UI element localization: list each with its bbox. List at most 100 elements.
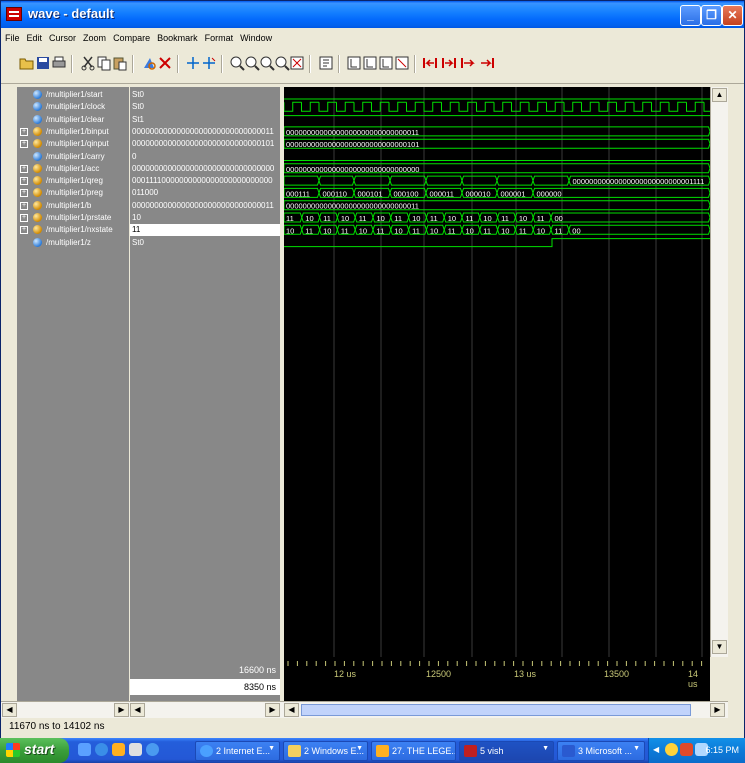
signal-value[interactable]: 00011110000000000000000000000000	[130, 175, 280, 187]
paste-icon[interactable]	[112, 55, 128, 71]
minimize-button[interactable]: _	[680, 5, 701, 26]
wave-scroll-left-button[interactable]: ◀	[284, 703, 299, 717]
menu-bookmark[interactable]: Bookmark	[153, 31, 201, 43]
signal-name-row[interactable]: + /multiplier1/b	[17, 200, 129, 212]
title-bar[interactable]: wave - default _ ❐ ✕	[1, 1, 744, 28]
zoom-range-icon[interactable]	[289, 55, 305, 71]
task-windows-explorer[interactable]: 2 Windows E... ▼	[283, 741, 368, 761]
task-winamp[interactable]: 27. THE LEGE...	[371, 741, 456, 761]
menu-file[interactable]: File	[1, 31, 23, 43]
signal-value[interactable]: 00000000000000000000000000000000	[130, 163, 280, 175]
waveform-pane[interactable]: 00000000000000000000000000000011 00000000…	[284, 87, 710, 657]
task-microsoft-word[interactable]: 3 Microsoft ... ▼	[557, 741, 645, 761]
scroll-up-button[interactable]: ▲	[712, 88, 727, 102]
signal-name-row[interactable]: /multiplier1/clear	[17, 114, 129, 126]
signal-value[interactable]: 00000000000000000000000000000011	[130, 126, 280, 138]
print-icon[interactable]	[51, 55, 67, 71]
expand-icon[interactable]: +	[20, 201, 28, 210]
cursor-add-icon[interactable]	[185, 55, 201, 71]
wave-scroll-right-button[interactable]: ▶	[710, 703, 725, 717]
cut-icon[interactable]	[80, 55, 96, 71]
signal-name-row[interactable]: /multiplier1/clock	[17, 101, 129, 113]
signal-values-pane[interactable]: St0 St0 St1 0000000000000000000000000000001…	[130, 87, 280, 657]
signal-name-row[interactable]: /multiplier1/start	[17, 89, 129, 101]
start-button[interactable]: start	[0, 738, 69, 763]
signal-name-row[interactable]: /multiplier1/z	[17, 237, 129, 249]
values-scroll-left-button[interactable]: ◀	[130, 703, 145, 717]
expand-icon[interactable]: +	[20, 127, 28, 136]
tray-expand-icon[interactable]: ◀	[653, 745, 659, 754]
cursor-delete-icon[interactable]	[201, 55, 217, 71]
menu-zoom[interactable]: Zoom	[79, 31, 109, 43]
zoom-in-icon[interactable]	[229, 55, 245, 71]
expand-icon[interactable]: +	[20, 164, 28, 173]
signal-name-row[interactable]: + /multiplier1/nxstate	[17, 224, 129, 236]
signal-name-row[interactable]: /multiplier1/carry	[17, 151, 129, 163]
quicklaunch-winamp-icon[interactable]	[112, 743, 125, 756]
edit-format-icon[interactable]	[318, 55, 334, 71]
tray-antivirus-icon[interactable]	[680, 743, 693, 756]
next-transition-icon[interactable]	[479, 55, 495, 71]
signal-name-row[interactable]: + /multiplier1/prstate	[17, 212, 129, 224]
signal-value[interactable]: 011000	[130, 187, 280, 199]
menu-cursor[interactable]: Cursor	[45, 31, 79, 43]
expand-icon[interactable]: +	[20, 226, 28, 235]
scroll-left-button[interactable]: ◀	[2, 703, 17, 717]
signal-value[interactable]: 0	[130, 151, 280, 163]
save-icon[interactable]	[35, 55, 51, 71]
signal-name-row[interactable]: + /multiplier1/binput	[17, 126, 129, 138]
cursor-1-row[interactable]: 8350 ns	[130, 679, 280, 695]
time-axis[interactable]: 12 us 12500 13 us 13500 14 us	[284, 657, 710, 701]
values-scroll-right-button[interactable]: ▶	[265, 703, 280, 717]
signal-name-row[interactable]: + /multiplier1/preg	[17, 187, 129, 199]
signal-name-row[interactable]: + /multiplier1/acc	[17, 163, 129, 175]
copy-icon[interactable]	[96, 55, 112, 71]
quicklaunch-media-icon[interactable]	[146, 743, 159, 756]
quicklaunch-desktop-icon[interactable]	[78, 743, 91, 756]
expand-icon[interactable]: +	[20, 177, 28, 186]
zoom-cursor-icon[interactable]	[274, 55, 290, 71]
close-button[interactable]: ✕	[722, 5, 743, 26]
expand-icon[interactable]: +	[20, 140, 28, 149]
list-icon[interactable]	[362, 55, 378, 71]
signal-value[interactable]: 00000000000000000000000000000101	[130, 138, 280, 150]
quicklaunch-mail-icon[interactable]	[129, 743, 142, 756]
task-internet-explorer[interactable]: 2 Internet E... ▼	[195, 741, 280, 761]
open-icon[interactable]	[19, 55, 35, 71]
dataflow-icon[interactable]	[346, 55, 362, 71]
menu-compare[interactable]: Compare	[109, 31, 153, 43]
signal-value[interactable]: St1	[130, 114, 280, 126]
memory-icon[interactable]	[394, 55, 410, 71]
zoom-out-icon[interactable]	[244, 55, 260, 71]
task-vish[interactable]: 5 vish ▼	[459, 741, 554, 761]
maximize-button[interactable]: ❐	[701, 5, 722, 26]
scroll-right-button[interactable]: ▶	[114, 703, 129, 717]
wave-scroll-thumb[interactable]	[301, 704, 691, 716]
horizontal-scrollbars[interactable]: ◀ ▶ ◀ ▶ ◀ ▶	[1, 701, 728, 718]
signal-value[interactable]: St0	[130, 89, 280, 101]
signal-value[interactable]: 11	[130, 224, 280, 237]
signal-value[interactable]: St0	[130, 101, 280, 113]
quicklaunch-ie-icon[interactable]	[95, 743, 108, 756]
tree-icon[interactable]	[378, 55, 394, 71]
signal-value[interactable]: St0	[130, 237, 280, 249]
expand-icon[interactable]: +	[20, 189, 28, 198]
signal-names-pane[interactable]: /multiplier1/start/multiplier1/clock/mul…	[17, 87, 129, 657]
signal-name-row[interactable]: + /multiplier1/qreg	[17, 175, 129, 187]
prev-edge-icon[interactable]	[422, 55, 438, 71]
next-edge-icon[interactable]	[441, 55, 457, 71]
signal-name-row[interactable]: + /multiplier1/qinput	[17, 138, 129, 150]
menu-format[interactable]: Format	[201, 31, 237, 43]
prev-transition-icon[interactable]	[460, 55, 476, 71]
signal-value[interactable]: 10	[130, 212, 280, 224]
signal-value[interactable]: 00000000000000000000000000000011	[130, 200, 280, 212]
expand-icon[interactable]: +	[20, 214, 28, 222]
delete-icon[interactable]	[157, 55, 173, 71]
zoom-full-icon[interactable]	[259, 55, 275, 71]
tray-network-icon[interactable]	[665, 743, 678, 756]
find-icon[interactable]	[141, 55, 157, 71]
vertical-scrollbar[interactable]: ▲ ▼	[710, 87, 728, 657]
scroll-down-button[interactable]: ▼	[712, 640, 727, 654]
menu-window[interactable]: Window	[236, 31, 275, 43]
menu-edit[interactable]: Edit	[23, 31, 46, 43]
